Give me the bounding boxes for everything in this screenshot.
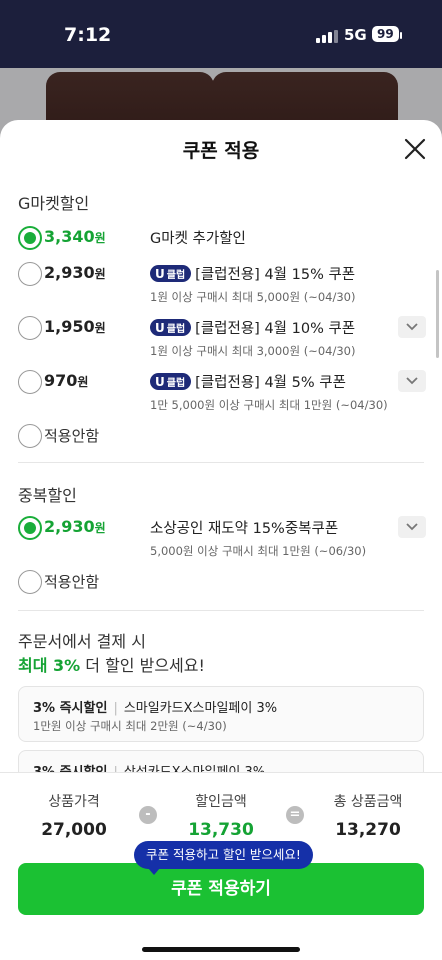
uclub-badge-icon: U 클럽 (150, 373, 192, 390)
signal-icon (316, 30, 338, 43)
status-bar: 7:12 5G 99 (0, 0, 442, 72)
coupon-option[interactable]: 1,950원 U 클럽 [클럽전용] 4월 10% 쿠폰 1원 이상 구매시 최대… (18, 316, 428, 358)
no-coupon-option[interactable]: 적용안함 (18, 424, 428, 464)
coupon-option[interactable]: 2,930원 U 클럽 [클럽전용] 4월 15% 쿠폰 1원 이상 구매시 최대… (18, 262, 428, 304)
coupon-desc: G마켓 추가할인 (150, 231, 246, 247)
total-price: 총 상품금액 13,270 (333, 794, 403, 840)
discount-total: 할인금액 13,730 (188, 794, 254, 840)
product-price: 상품가격 27,000 (41, 794, 107, 840)
coupon-condition: 5,000원 이상 구매시 최대 1만원 (~06/30) (150, 544, 367, 558)
status-time: 7:12 (64, 24, 112, 46)
network-label: 5G (344, 26, 367, 44)
promo-text: 최대 3% 더 할인 받으세요! (18, 656, 205, 675)
benefit-card: 스마일카드X스마일페이 3% (123, 701, 278, 716)
promo-highlight: 최대 3% (18, 656, 81, 675)
radio-selected[interactable] (18, 516, 42, 540)
duplicate-discount-title: 중복할인 (18, 486, 77, 505)
chevron-down-icon (406, 323, 418, 331)
discount-amount: 1,950원 (44, 317, 106, 336)
card-benefit: 3% 즉시할인 | 스마일카드X스마일페이 3% 1만원 이상 구매시 최대 2만원… (18, 686, 424, 742)
expand-button[interactable] (398, 316, 426, 338)
expand-button[interactable] (398, 370, 426, 392)
promo-text: 주문서에서 결제 시 (18, 632, 146, 651)
coupon-desc: U 클럽 [클럽전용] 4월 10% 쿠폰 (150, 317, 355, 338)
sheet-title: 쿠폰 적용 (182, 140, 260, 162)
discount-amount: 2,930원 (44, 263, 106, 282)
radio-unselected[interactable] (18, 262, 42, 286)
equals-icon: = (286, 806, 304, 824)
radio-unselected[interactable] (18, 370, 42, 394)
coupon-condition: 1원 이상 구매시 최대 3,000원 (~04/30) (150, 344, 356, 358)
discount-amount: 3,340원 (44, 227, 106, 246)
battery-icon: 99 (372, 26, 399, 42)
benefit-title: 3% 즉시할인 (33, 701, 108, 716)
section-divider (18, 462, 424, 463)
apply-tooltip: 쿠폰 적용하고 할인 받으세요! (134, 841, 313, 875)
minus-icon: - (139, 806, 157, 824)
uclub-badge-icon: U 클럽 (150, 265, 192, 282)
coupon-desc: 소상공인 재도약 15%중복쿠폰 (150, 521, 339, 537)
chevron-down-icon (406, 377, 418, 385)
battery-tip (400, 32, 402, 39)
radio-unselected[interactable] (18, 570, 42, 594)
coupon-desc: U 클럽 [클럽전용] 4월 5% 쿠폰 (150, 371, 346, 392)
coupon-option[interactable]: 2,930원 소상공인 재도약 15%중복쿠폰 5,000원 이상 구매시 최대… (18, 516, 428, 558)
coupon-condition: 1원 이상 구매시 최대 5,000원 (~04/30) (150, 290, 356, 304)
benefit-condition: 1만원 이상 구매시 최대 2만원 (~4/30) (33, 719, 227, 733)
apply-coupon-button[interactable]: 쿠폰 적용하기 (18, 863, 424, 915)
chevron-down-icon (406, 523, 418, 531)
section-divider (18, 610, 424, 611)
coupon-option[interactable]: 3,340원 G마켓 추가할인 (18, 226, 428, 266)
no-coupon-label: 적용안함 (44, 573, 100, 591)
radio-unselected[interactable] (18, 424, 42, 448)
no-coupon-option[interactable]: 적용안함 (18, 570, 428, 610)
radio-selected[interactable] (18, 226, 42, 250)
coupon-condition: 1만 5,000원 이상 구매시 최대 1만원 (~04/30) (150, 398, 388, 412)
close-icon (404, 138, 426, 160)
discount-amount: 970원 (44, 371, 89, 390)
price-summary: 상품가격 27,000 - 할인금액 13,730 = 총 상품금액 13,27… (0, 772, 442, 960)
discount-amount: 2,930원 (44, 517, 106, 536)
close-button[interactable] (400, 134, 430, 164)
no-coupon-label: 적용안함 (44, 427, 100, 445)
home-indicator[interactable] (142, 947, 300, 952)
coupon-option[interactable]: 970원 U 클럽 [클럽전용] 4월 5% 쿠폰 1만 5,000원 이상 구매… (18, 370, 428, 412)
coupon-desc: U 클럽 [클럽전용] 4월 15% 쿠폰 (150, 263, 355, 284)
radio-unselected[interactable] (18, 316, 42, 340)
gmarket-discount-title: G마켓할인 (18, 194, 90, 213)
expand-button[interactable] (398, 516, 426, 538)
uclub-badge-icon: U 클럽 (150, 319, 192, 336)
scrollbar[interactable] (436, 270, 439, 358)
